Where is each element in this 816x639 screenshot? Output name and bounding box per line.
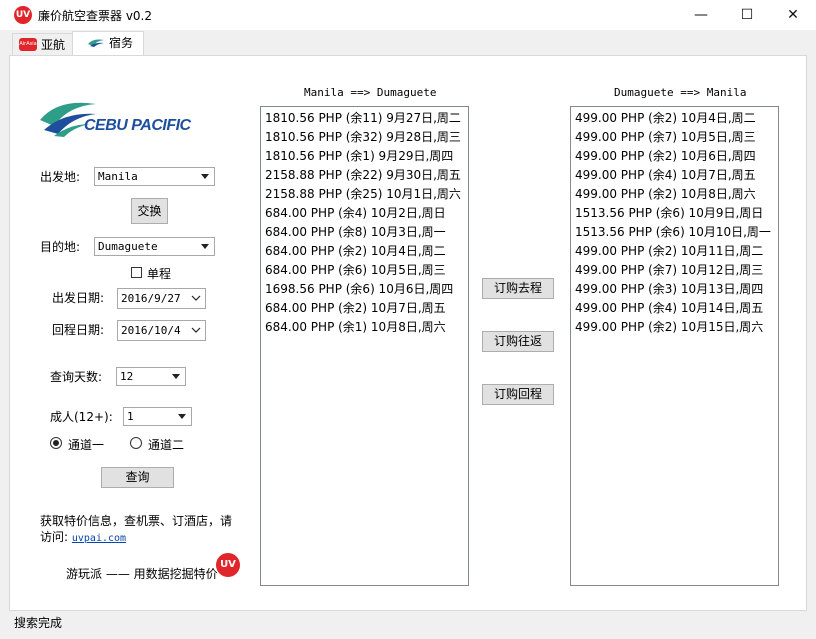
- list-item[interactable]: 684.00 PHP (余1) 10月8日,周六: [261, 318, 468, 337]
- list-item[interactable]: 499.00 PHP (余3) 10月13日,周四: [571, 280, 778, 299]
- chevron-down-icon: [172, 374, 180, 379]
- return-label: 回程日期:: [52, 323, 105, 337]
- adults-label: 成人(12+):: [50, 410, 113, 424]
- return-date-picker[interactable]: 2016/10/4: [117, 320, 206, 341]
- swap-button[interactable]: 交换: [131, 198, 168, 224]
- window-title: 廉价航空查票器 v0.2: [38, 9, 153, 23]
- channel1-label: 通道一: [68, 438, 105, 452]
- origin-label: 出发地:: [40, 170, 81, 184]
- list-item[interactable]: 499.00 PHP (余2) 10月4日,周二: [571, 109, 778, 128]
- tab-airasia[interactable]: AirAsia 亚航: [12, 33, 74, 56]
- dest-select[interactable]: Dumaguete: [94, 237, 215, 256]
- list-item[interactable]: 2158.88 PHP (余22) 9月30日,周五: [261, 166, 468, 185]
- oneway-checkbox[interactable]: [131, 267, 142, 278]
- chevron-down-icon: [201, 174, 209, 179]
- tab-label: 亚航: [41, 38, 66, 52]
- minimize-button[interactable]: —: [678, 0, 724, 30]
- list-item[interactable]: 1810.56 PHP (余11) 9月27日,周二: [261, 109, 468, 128]
- close-button[interactable]: ✕: [770, 0, 816, 30]
- outbound-header: Manila ==> Dumaguete: [304, 86, 437, 99]
- chevron-down-icon: [178, 414, 186, 419]
- list-item[interactable]: 1810.56 PHP (余1) 9月29日,周四: [261, 147, 468, 166]
- list-item[interactable]: 499.00 PHP (余2) 10月6日,周四: [571, 147, 778, 166]
- origin-select[interactable]: Manila: [94, 167, 215, 186]
- maximize-button[interactable]: ☐: [724, 0, 770, 30]
- tab-label: 宿务: [109, 36, 134, 50]
- logo-text: CEBU PACIFIC: [84, 117, 191, 134]
- cebu-pacific-logo: CEBU PACIFIC: [40, 100, 210, 140]
- list-item[interactable]: 499.00 PHP (余2) 10月15日,周六: [571, 318, 778, 337]
- days-label: 查询天数:: [50, 370, 103, 384]
- list-item[interactable]: 684.00 PHP (余2) 10月7日,周五: [261, 299, 468, 318]
- return-value: 2016/10/4: [121, 324, 181, 337]
- airasia-icon: AirAsia: [19, 38, 37, 51]
- days-select[interactable]: 12: [116, 367, 186, 386]
- list-item[interactable]: 499.00 PHP (余2) 10月11日,周二: [571, 242, 778, 261]
- list-item[interactable]: 499.00 PHP (余7) 10月12日,周三: [571, 261, 778, 280]
- list-item[interactable]: 499.00 PHP (余2) 10月8日,周六: [571, 185, 778, 204]
- list-item[interactable]: 1513.56 PHP (余6) 10月9日,周日: [571, 204, 778, 223]
- uvpai-link[interactable]: uvpai.com: [72, 533, 126, 544]
- book-roundtrip-button[interactable]: 订购往返: [482, 331, 554, 352]
- list-item[interactable]: 2158.88 PHP (余25) 10月1日,周六: [261, 185, 468, 204]
- tab-cebu[interactable]: 宿务: [72, 31, 144, 56]
- book-outbound-button[interactable]: 订购去程: [482, 278, 554, 299]
- channel1-radio[interactable]: [50, 437, 62, 449]
- list-item[interactable]: 684.00 PHP (余4) 10月2日,周日: [261, 204, 468, 223]
- inbound-listbox[interactable]: 499.00 PHP (余2) 10月4日,周二 499.00 PHP (余7) …: [570, 106, 779, 586]
- status-bar: 搜索完成: [0, 612, 816, 639]
- dest-value: Dumaguete: [98, 240, 158, 253]
- depart-label: 出发日期:: [52, 291, 105, 305]
- list-item[interactable]: 1810.56 PHP (余32) 9月28日,周三: [261, 128, 468, 147]
- outbound-listbox[interactable]: 1810.56 PHP (余11) 9月27日,周二 1810.56 PHP (余…: [260, 106, 469, 586]
- origin-value: Manila: [98, 170, 138, 183]
- list-item[interactable]: 499.00 PHP (余7) 10月5日,周三: [571, 128, 778, 147]
- info-message: 获取特价信息，查机票、订酒店，请访问:: [40, 514, 233, 544]
- list-item[interactable]: 499.00 PHP (余4) 10月7日,周五: [571, 166, 778, 185]
- list-item[interactable]: 684.00 PHP (余2) 10月4日,周二: [261, 242, 468, 261]
- book-return-button[interactable]: 订购回程: [482, 384, 554, 405]
- days-value: 12: [120, 370, 134, 383]
- slogan-text: 游玩派 —— 用数据挖掘特价: [66, 567, 218, 581]
- depart-date-picker[interactable]: 2016/9/27: [117, 288, 206, 309]
- info-text: 获取特价信息，查机票、订酒店，请访问: uvpai.com: [40, 513, 240, 547]
- adults-select[interactable]: 1: [123, 407, 192, 426]
- adults-value: 1: [127, 410, 134, 423]
- list-item[interactable]: 499.00 PHP (余4) 10月14日,周五: [571, 299, 778, 318]
- channel2-label: 通道二: [148, 438, 185, 452]
- status-text: 搜索完成: [14, 616, 63, 630]
- list-item[interactable]: 684.00 PHP (余6) 10月5日,周三: [261, 261, 468, 280]
- channel2-radio[interactable]: [130, 437, 142, 449]
- app-icon: UV: [14, 6, 32, 24]
- oneway-label: 单程: [147, 267, 172, 281]
- title-bar: UV 廉价航空查票器 v0.2 — ☐ ✕: [0, 0, 816, 30]
- list-item[interactable]: 1698.56 PHP (余6) 10月6日,周四: [261, 280, 468, 299]
- chevron-down-icon: [191, 327, 201, 333]
- uv-badge-icon: UV: [216, 553, 240, 577]
- dest-label: 目的地:: [40, 240, 81, 254]
- inbound-header: Dumaguete ==> Manila: [614, 86, 747, 99]
- list-item[interactable]: 1513.56 PHP (余6) 10月10日,周一: [571, 223, 778, 242]
- list-item[interactable]: 684.00 PHP (余8) 10月3日,周一: [261, 223, 468, 242]
- chevron-down-icon: [191, 295, 201, 301]
- search-button[interactable]: 查询: [101, 467, 174, 488]
- cebu-bird-icon: [88, 39, 104, 47]
- depart-value: 2016/9/27: [121, 292, 181, 305]
- chevron-down-icon: [201, 244, 209, 249]
